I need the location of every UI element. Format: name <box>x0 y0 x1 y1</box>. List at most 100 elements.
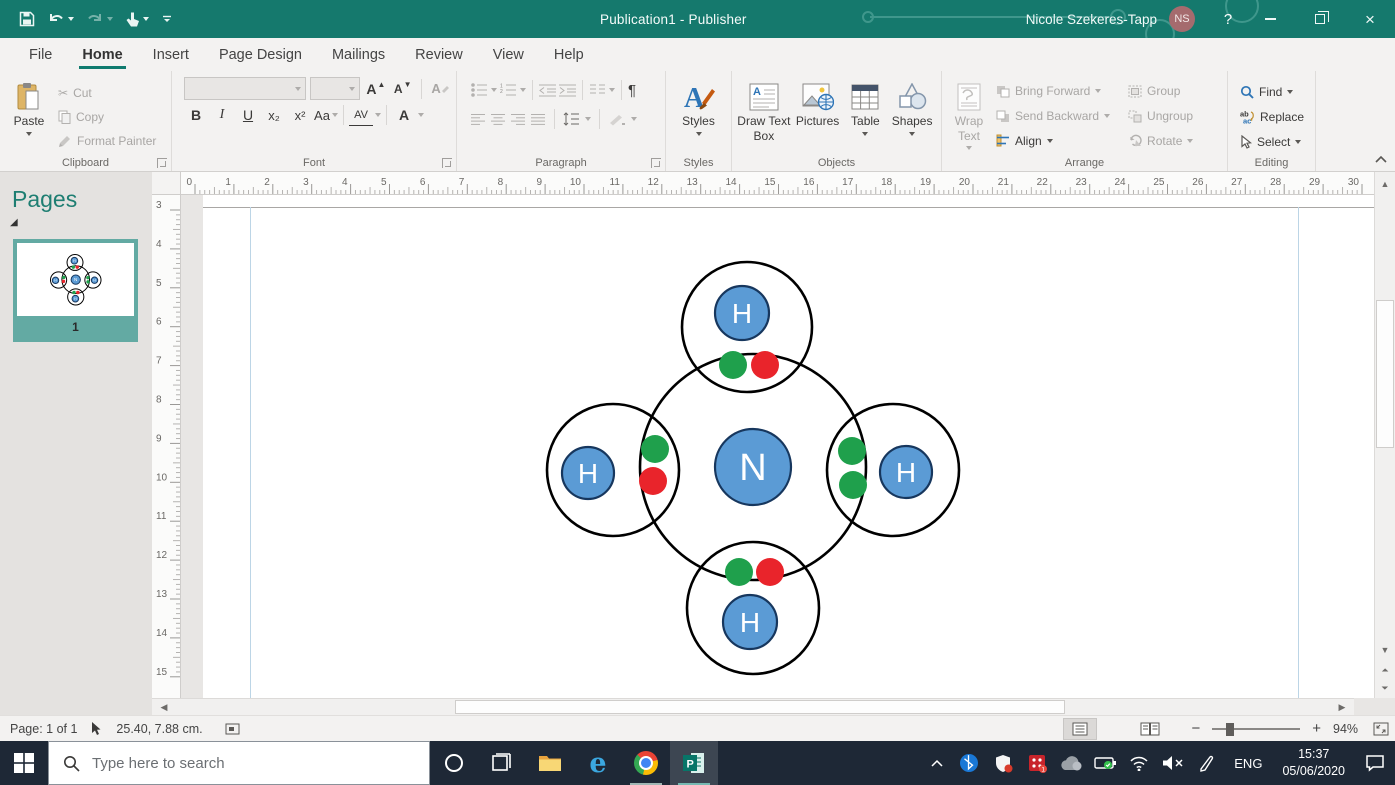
decrease-indent-icon[interactable] <box>539 83 556 97</box>
file-explorer-button[interactable] <box>526 741 574 785</box>
two-page-spread-button[interactable] <box>1133 718 1167 740</box>
vertical-ruler[interactable]: 3456789101112131415 <box>152 195 181 698</box>
paste-button[interactable]: Paste <box>4 77 54 153</box>
tab-view[interactable]: View <box>478 41 539 71</box>
next-page-button[interactable]: ⏷ <box>1375 678 1395 698</box>
single-page-view-button[interactable] <box>1063 718 1097 740</box>
columns-icon[interactable] <box>589 83 606 97</box>
pages-panel-collapse-icon[interactable]: ◢ <box>0 213 152 228</box>
cut-button[interactable]: ✂ Cut <box>54 81 160 105</box>
updates-app-tray-icon[interactable]: 1 <box>1020 741 1054 785</box>
page-thumbnail[interactable]: NHHHH 1 <box>13 239 138 342</box>
ungroup-button[interactable]: Ungroup <box>1124 104 1197 129</box>
touch-mouse-mode-button[interactable] <box>120 5 154 33</box>
tab-file[interactable]: File <box>14 41 67 71</box>
align-left-icon[interactable] <box>471 113 486 126</box>
group-button[interactable]: Group <box>1124 79 1197 104</box>
edge-button[interactable]: e <box>574 741 622 785</box>
zoom-slider[interactable] <box>1212 728 1300 730</box>
styles-button[interactable]: A Styles <box>672 77 726 153</box>
clear-formatting-button[interactable]: A <box>429 78 452 100</box>
grow-font-button[interactable]: A▲ <box>364 78 387 100</box>
horizontal-scrollbar[interactable]: ◀ ▶ <box>152 698 1354 715</box>
paragraph-border-icon[interactable] <box>608 113 626 126</box>
align-button[interactable]: Align <box>992 128 1114 153</box>
tab-review[interactable]: Review <box>400 41 478 71</box>
styles-dropdown-chevron[interactable] <box>696 132 702 136</box>
font-dialog-launcher[interactable] <box>442 158 452 168</box>
collapse-ribbon-button[interactable] <box>1375 155 1387 163</box>
scroll-down-button[interactable]: ▼ <box>1375 640 1395 660</box>
vertical-scroll-thumb[interactable] <box>1376 300 1394 448</box>
line-spacing-chevron[interactable] <box>585 117 591 121</box>
change-case-button[interactable]: Aa <box>314 104 338 126</box>
rotate-button[interactable]: Rotate <box>1124 128 1197 153</box>
scroll-right-button[interactable]: ▶ <box>1332 700 1352 714</box>
paragraph-dialog-launcher[interactable] <box>651 158 661 168</box>
clipboard-dialog-launcher[interactable] <box>157 158 167 168</box>
wifi-tray-icon[interactable] <box>1122 741 1156 785</box>
save-button[interactable] <box>14 5 40 33</box>
bring-forward-button[interactable]: Bring Forward <box>992 79 1114 104</box>
taskbar-search[interactable] <box>48 741 430 785</box>
paste-dropdown-chevron[interactable] <box>26 132 32 136</box>
zoom-in-button[interactable]: + <box>1308 720 1325 737</box>
cursor-coordinates[interactable]: 25.40, 7.88 cm. <box>116 722 202 736</box>
bluetooth-tray-icon[interactable] <box>952 741 986 785</box>
tab-insert[interactable]: Insert <box>138 41 204 71</box>
close-button[interactable]: × <box>1345 0 1395 38</box>
horizontal-ruler[interactable]: 0123456789101112131415161718192021222324… <box>181 172 1374 195</box>
superscript-button[interactable]: x² <box>288 104 312 126</box>
bullets-icon[interactable] <box>471 83 488 97</box>
redo-button[interactable] <box>81 5 118 33</box>
copy-button[interactable]: Copy <box>54 105 160 129</box>
wrap-text-chevron[interactable] <box>966 146 972 150</box>
format-painter-button[interactable]: Format Painter <box>54 129 160 153</box>
onedrive-tray-icon[interactable] <box>1054 741 1088 785</box>
justify-icon[interactable] <box>531 113 546 126</box>
help-button[interactable]: ? <box>1211 0 1245 38</box>
pen-tray-icon[interactable] <box>1190 741 1224 785</box>
character-spacing-button[interactable]: AV <box>349 104 373 126</box>
tab-home[interactable]: Home <box>67 41 137 71</box>
publication-canvas[interactable]: NHHHH <box>181 195 1374 698</box>
user-name[interactable]: Nicole Szekeres-Tapp <box>1026 12 1157 27</box>
find-chevron[interactable] <box>1287 90 1293 94</box>
line-spacing-icon[interactable] <box>563 112 580 126</box>
select-chevron[interactable] <box>1295 140 1301 144</box>
send-backward-chevron[interactable] <box>1104 114 1110 118</box>
underline-button[interactable]: U <box>236 104 260 126</box>
wrap-text-button[interactable]: Wrap Text <box>946 77 992 153</box>
numbering-icon[interactable]: 12 <box>500 83 517 97</box>
tab-mailings[interactable]: Mailings <box>317 41 400 71</box>
vertical-scrollbar[interactable]: ▲ ▼ ⏶ ⏷ <box>1374 172 1395 698</box>
italic-button[interactable]: I <box>210 104 234 126</box>
minimize-button[interactable] <box>1245 0 1295 38</box>
rotate-chevron[interactable] <box>1187 139 1193 143</box>
font-family-select[interactable] <box>184 77 306 100</box>
taskbar-clock[interactable]: 15:37 05/06/2020 <box>1272 746 1355 780</box>
cortana-button[interactable] <box>430 741 478 785</box>
shapes-dropdown-chevron[interactable] <box>909 132 915 136</box>
scroll-left-button[interactable]: ◀ <box>154 700 174 714</box>
table-dropdown-chevron[interactable] <box>862 132 868 136</box>
security-shield-tray-icon[interactable] <box>986 741 1020 785</box>
hidden-icons-chevron[interactable] <box>922 741 952 785</box>
zoom-slider-handle[interactable] <box>1226 723 1234 736</box>
select-button[interactable]: Select <box>1236 129 1311 154</box>
tab-help[interactable]: Help <box>539 41 599 71</box>
fit-page-button[interactable] <box>1373 722 1389 736</box>
align-right-icon[interactable] <box>511 113 526 126</box>
undo-button[interactable] <box>42 5 79 33</box>
volume-tray-icon[interactable] <box>1156 741 1190 785</box>
battery-tray-icon[interactable] <box>1088 741 1122 785</box>
paragraph-border-chevron[interactable] <box>631 117 637 121</box>
tab-page-design[interactable]: Page Design <box>204 41 317 71</box>
chrome-button[interactable] <box>622 741 670 785</box>
draw-text-box-button[interactable]: A Draw Text Box <box>736 77 792 153</box>
horizontal-scroll-thumb[interactable] <box>455 700 1065 714</box>
customize-quick-access-button[interactable] <box>156 5 178 33</box>
zoom-out-button[interactable]: − <box>1187 720 1204 737</box>
page-count-status[interactable]: Page: 1 of 1 <box>10 722 77 736</box>
table-button[interactable]: Table <box>843 77 887 153</box>
